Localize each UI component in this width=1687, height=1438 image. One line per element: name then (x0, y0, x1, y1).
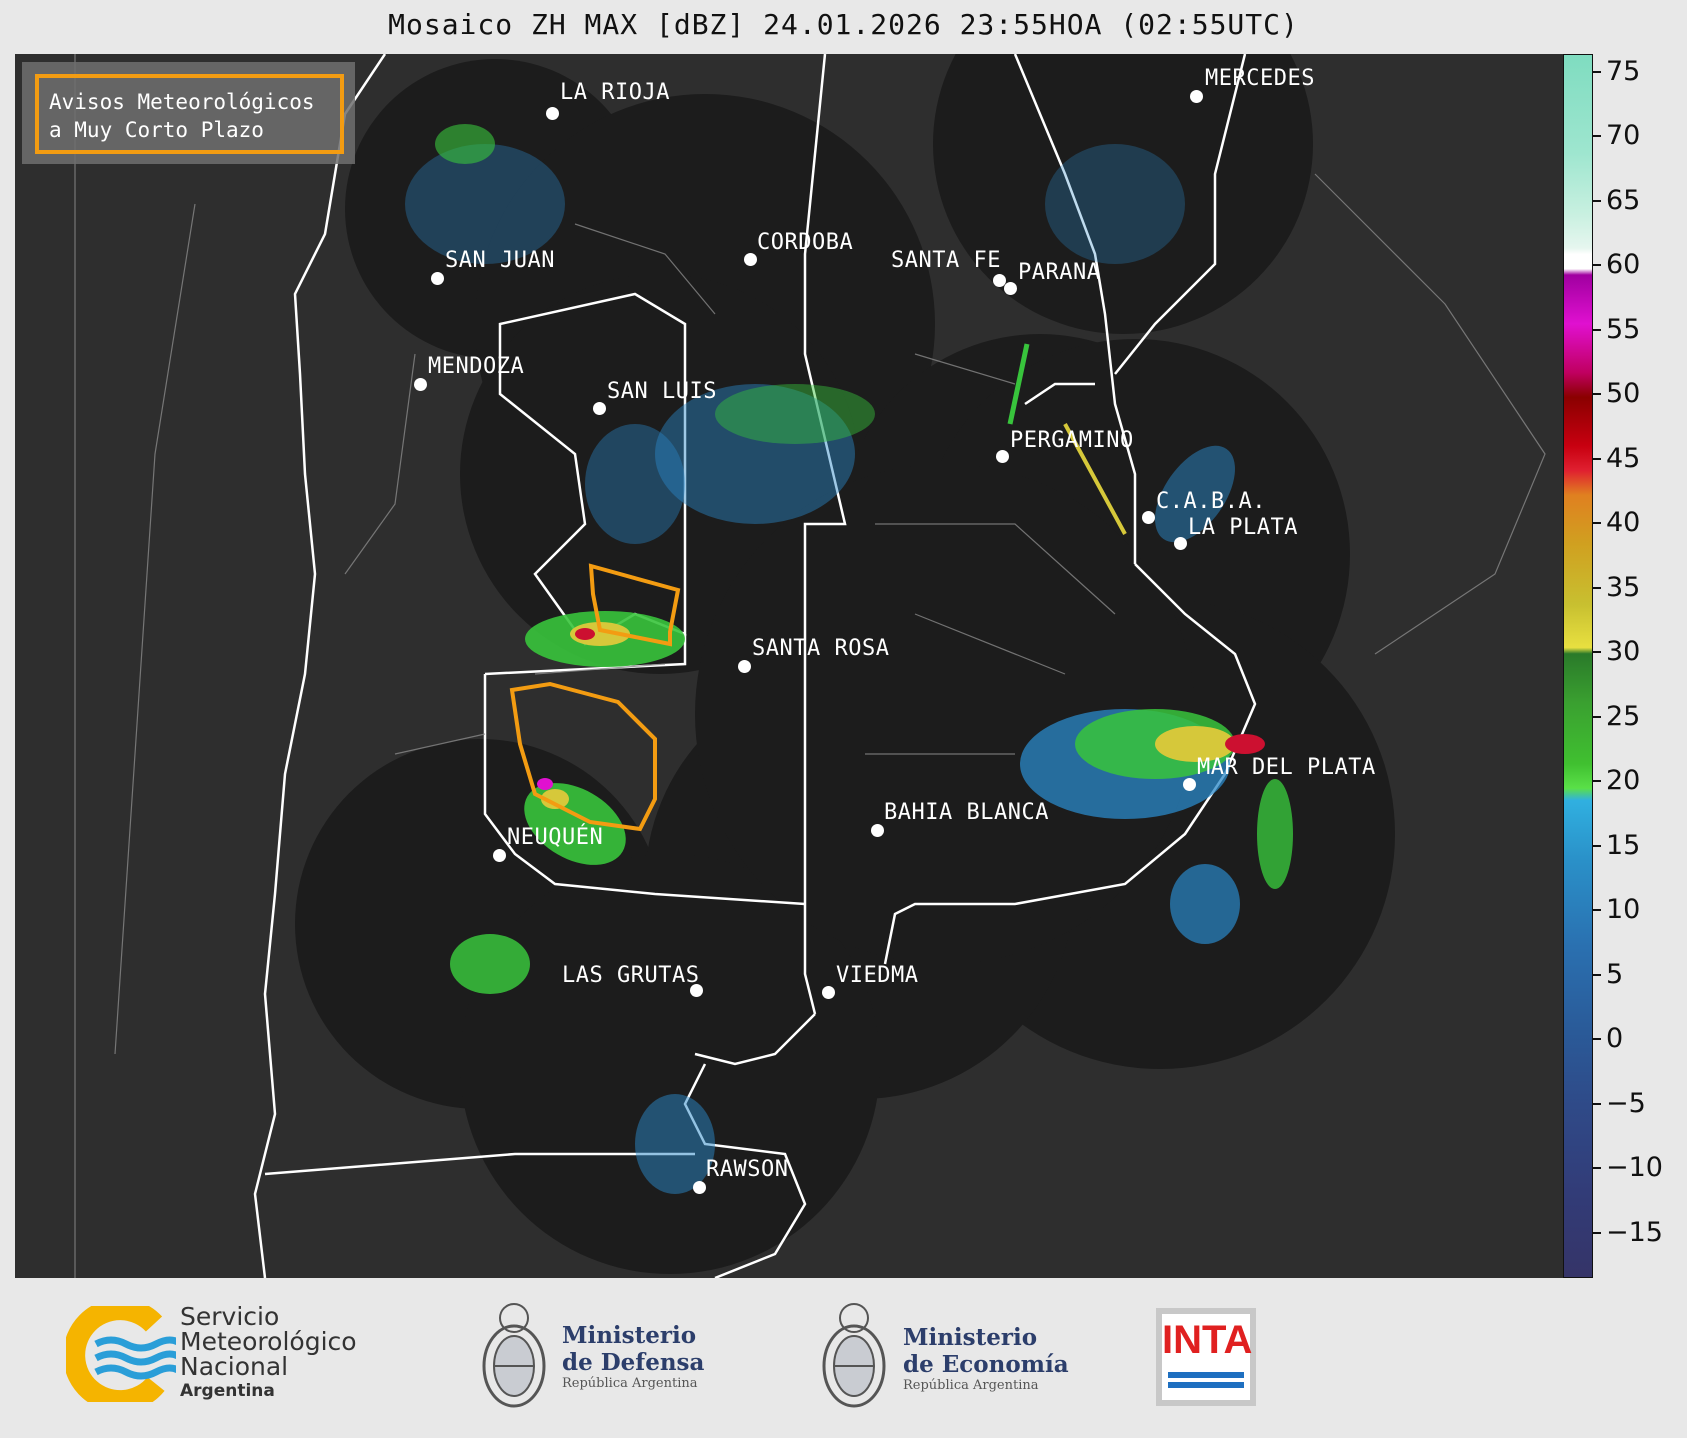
smn-line1: Servicio (180, 1302, 280, 1331)
coat-of-arms-icon (482, 1303, 546, 1408)
smn-line4: Argentina (180, 1381, 275, 1401)
colorbar-tick-label: 50 (1606, 378, 1641, 409)
inta-logo: INTA (1156, 1308, 1256, 1406)
city-marker (1004, 282, 1017, 295)
city-marker (693, 1181, 706, 1194)
colorbar-tick-label: 5 (1606, 959, 1624, 990)
warning-legend-frame: Avisos Meteorológicos a Muy Corto Plazo (35, 74, 344, 154)
city-marker (493, 849, 506, 862)
smn-logo-icon (66, 1306, 176, 1402)
smn-line2: Meteorológico (180, 1327, 357, 1356)
colorbar-tick-label: 65 (1606, 185, 1641, 216)
city-label-bahia-blanca: BAHIA BLANCA (884, 800, 1049, 825)
warning-legend-line2: a Muy Corto Plazo (49, 118, 264, 142)
city-label-viedma: VIEDMA (836, 963, 919, 988)
city-marker (1183, 778, 1196, 791)
colorbar-tick-label: 70 (1606, 120, 1641, 151)
warning-legend: Avisos Meteorológicos a Muy Corto Plazo (22, 62, 355, 164)
city-label-san-juan: SAN JUAN (445, 248, 555, 273)
colorbar-tick-label: 45 (1606, 443, 1641, 474)
economia-line1: Ministerio (903, 1324, 1038, 1351)
city-marker (744, 253, 757, 266)
colorbar-tick-label: 0 (1606, 1023, 1624, 1054)
colorbar-tick-label: −10 (1606, 1152, 1663, 1183)
colorbar-tick-label: 60 (1606, 249, 1641, 280)
city-marker (871, 824, 884, 837)
inta-label: INTA (1162, 1318, 1253, 1362)
city-label-caba: C.A.B.A. (1156, 489, 1266, 514)
city-marker (546, 107, 559, 120)
city-marker (822, 986, 835, 999)
city-label-cordoba: CORDOBA (757, 230, 854, 255)
city-label-parana: PARANA (1018, 260, 1101, 285)
colorbar-tick-label: 30 (1606, 636, 1641, 667)
colorbar-tick-label: 55 (1606, 314, 1641, 345)
smn-line3: Nacional (180, 1352, 289, 1381)
footer-logos: Servicio Meteorológico Nacional Argentin… (0, 1278, 1687, 1438)
coat-of-arms-icon (822, 1303, 886, 1408)
city-marker (1142, 511, 1155, 524)
economia-line2: de Economía (903, 1351, 1069, 1378)
colorbar-tick-label: 10 (1606, 894, 1641, 925)
city-marker (593, 402, 606, 415)
city-label-santa-rosa: SANTA ROSA (752, 636, 890, 661)
city-marker (1174, 537, 1187, 550)
city-label-mar-del-plata: MAR DEL PLATA (1197, 755, 1376, 780)
city-label-neuquen: NEUQUÉN (507, 825, 604, 850)
city-marker (414, 378, 427, 391)
dbz-colorbar (1563, 54, 1593, 1278)
city-marker (738, 660, 751, 673)
colorbar-tick-label: 35 (1606, 572, 1641, 603)
map-title: Mosaico ZH MAX [dBZ] 24.01.2026 23:55HOA… (388, 8, 1299, 41)
defensa-line1: Ministerio (562, 1322, 697, 1349)
defensa-line3: República Argentina (562, 1376, 698, 1391)
colorbar-tick-label: 75 (1606, 56, 1641, 87)
colorbar-tick-label: 25 (1606, 701, 1641, 732)
colorbar-tick-label: −15 (1606, 1217, 1663, 1248)
city-marker (1190, 90, 1203, 103)
city-label-las-grutas: LAS GRUTAS (562, 963, 700, 988)
city-label-santa-fe: SANTA FE (891, 248, 1001, 273)
city-label-la-plata: LA PLATA (1188, 515, 1298, 540)
city-label-mercedes: MERCEDES (1205, 66, 1315, 91)
radar-map[interactable]: Avisos Meteorológicos a Muy Corto Plazo … (15, 54, 1563, 1278)
colorbar-tick-label: −5 (1606, 1088, 1646, 1119)
defensa-line2: de Defensa (562, 1349, 705, 1376)
colorbar-tick-label: 40 (1606, 507, 1641, 538)
colorbar-tick-label: 20 (1606, 765, 1641, 796)
colorbar-tick-label: 15 (1606, 830, 1641, 861)
city-label-san-luis: SAN LUIS (607, 379, 717, 404)
city-label-mendoza: MENDOZA (428, 354, 525, 379)
warning-legend-line1: Avisos Meteorológicos (49, 90, 315, 114)
city-label-la-rioja: LA RIOJA (560, 80, 670, 105)
city-marker (431, 272, 444, 285)
economia-line3: República Argentina (903, 1378, 1039, 1393)
city-label-rawson: RAWSON (706, 1157, 789, 1182)
city-label-pergamino: PERGAMINO (1010, 428, 1134, 453)
city-marker (996, 450, 1009, 463)
